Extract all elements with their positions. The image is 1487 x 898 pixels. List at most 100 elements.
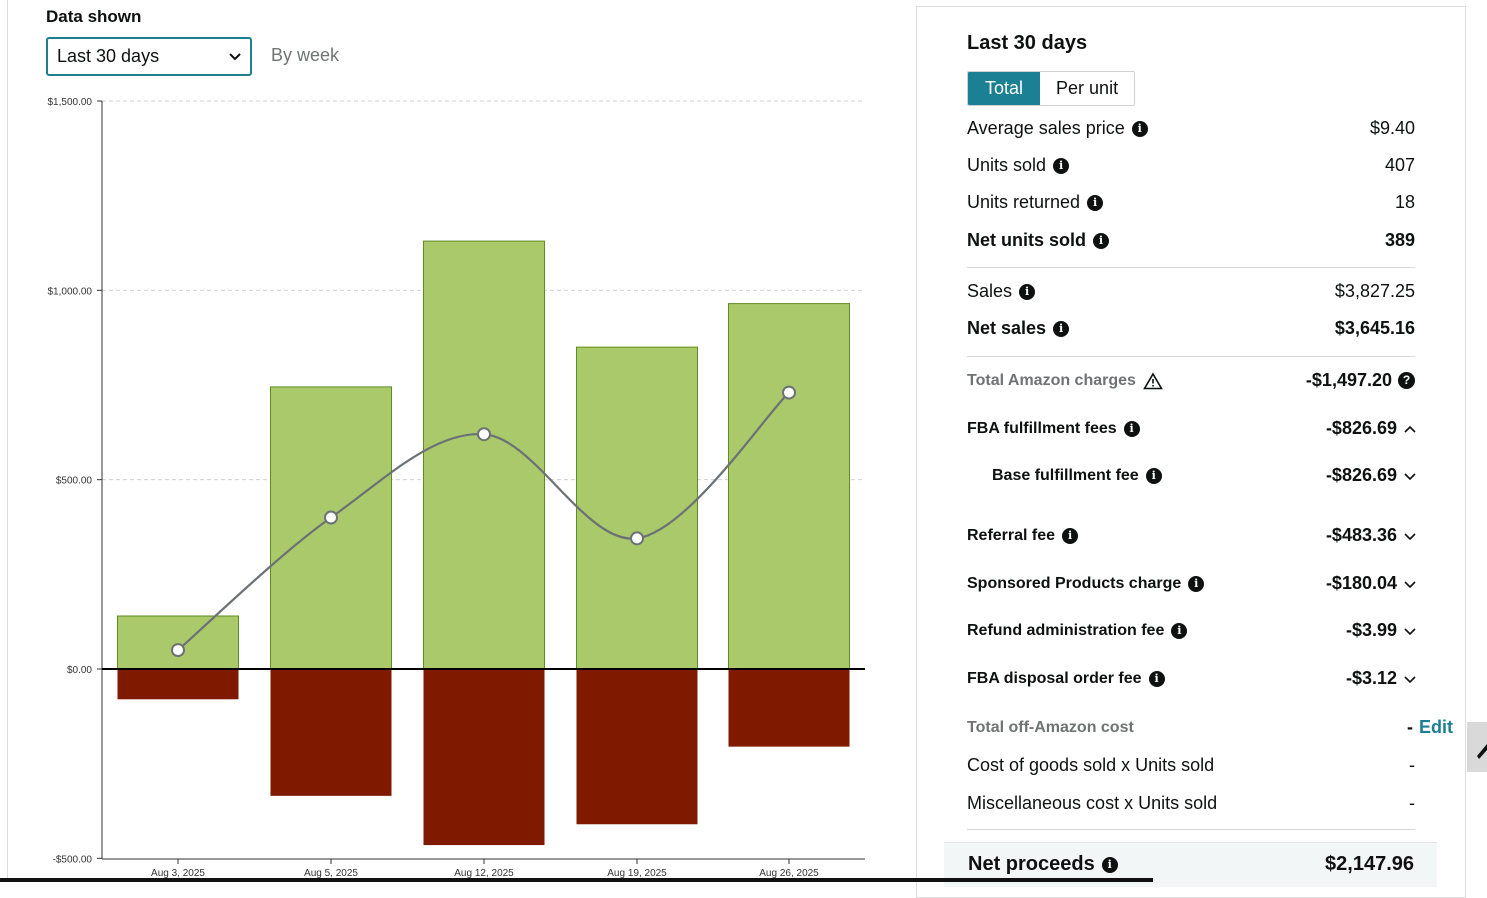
period-dropdown-value: Last 30 days [57,46,160,66]
y-tick-label: $0.00 [67,665,92,676]
info-icon[interactable]: i [1093,232,1110,249]
units-sold-value: 407 [1384,155,1415,175]
off-amazon-row: Total off-Amazon cost - Edit [967,717,1453,738]
positive-bar [728,303,850,670]
disposal-row[interactable]: FBA disposal order fee i -$3.12 [967,668,1417,689]
refund-admin-row[interactable]: Refund administration fee i -$3.99 [967,620,1417,641]
total-per-unit-toggle: Total Per unit [967,71,1136,106]
positive-bar [576,346,698,670]
divider [967,829,1415,830]
disposal-label: FBA disposal order fee [967,669,1142,687]
info-icon[interactable]: i [1188,575,1205,592]
referral-label: Referral fee [967,526,1056,544]
misc-label: Miscellaneous cost x Units sold [967,793,1218,813]
info-icon[interactable]: i [1053,320,1070,337]
period-dropdown[interactable]: Last 30 days [46,37,252,76]
chevron-down-icon[interactable] [1403,626,1417,636]
negative-bar [270,669,392,796]
base-fee-value: -$826.69 [1325,465,1397,485]
chevron-down-icon[interactable] [1403,531,1417,541]
sponsored-value: -$180.04 [1325,573,1397,593]
positive-bar [117,615,239,670]
warning-icon [1143,371,1163,390]
data-shown-label: Data shown [46,7,142,26]
net-sales-value: $3,645.16 [1334,318,1415,338]
units-returned-value: 18 [1394,192,1415,212]
y-tick-label: $1,500.00 [48,97,93,108]
negative-bar [576,669,698,825]
negative-bar [117,669,239,700]
info-icon[interactable]: i [1019,283,1036,300]
units-sold-row: Units sold i 407 [967,155,1415,176]
net-proceeds-row: Net proceeds i $2,147.96 [968,853,1414,876]
info-icon[interactable]: i [1171,622,1188,639]
sales-label: Sales [967,281,1013,301]
cogs-label: Cost of goods sold x Units sold [967,755,1215,775]
net-proceeds-value: $2,147.96 [1325,853,1414,875]
y-tick-label: -$500.00 [53,854,93,865]
divider [967,356,1415,357]
avg-price-row: Average sales price i $9.40 [967,118,1415,139]
info-icon[interactable]: i [1123,420,1140,437]
y-tick-label: $500.00 [56,476,93,487]
sales-chart: $1,500.00$1,000.00$500.00$0.00-$500.00Au… [48,97,865,879]
chevron-up-icon[interactable] [1403,424,1417,434]
line-point [477,427,491,442]
info-icon[interactable]: i [1062,527,1079,544]
toggle-per-unit-button[interactable]: Per unit [1040,72,1135,105]
info-icon[interactable]: i [1145,467,1162,484]
info-icon[interactable]: i [1087,194,1104,211]
base-fee-row[interactable]: Base fulfillment fee i -$826.69 [992,465,1417,486]
fba-fees-value: -$826.69 [1325,418,1397,438]
net-sales-row: Net sales i $3,645.16 [967,318,1415,339]
pencil-icon [1477,744,1487,759]
amazon-charges-row: Total Amazon charges -$1,497.20? [967,370,1415,391]
line-point [782,385,796,400]
avg-price-label: Average sales price [967,118,1125,138]
cogs-value: - [1409,755,1415,775]
referral-row[interactable]: Referral fee i -$483.36 [967,525,1417,546]
y-tick-label: $1,000.00 [48,286,93,297]
misc-row: Miscellaneous cost x Units sold - [967,793,1415,814]
line-point [171,643,185,658]
off-amazon-label: Total off-Amazon cost [967,718,1134,736]
refund-admin-label: Refund administration fee [967,621,1165,639]
avg-price-value: $9.40 [1369,118,1415,138]
net-units-label: Net units sold [967,230,1087,250]
units-returned-row: Units returned i 18 [967,192,1415,213]
granularity-label: By week [271,45,340,65]
info-icon[interactable]: i [1131,120,1148,137]
line-point [324,510,338,525]
chevron-down-icon[interactable] [1403,471,1417,481]
toggle-total-button[interactable]: Total [968,72,1041,105]
info-icon[interactable]: i [1053,157,1070,174]
sponsored-row[interactable]: Sponsored Products charge i -$180.04 [967,573,1417,594]
side-drawer-handle[interactable] [1467,722,1487,772]
misc-value: - [1409,793,1415,813]
amazon-charges-value: -$1,497.20 [1305,370,1392,390]
sales-row: Sales i $3,827.25 [967,281,1415,302]
net-proceeds-label: Net proceeds [968,853,1095,875]
horizontal-scrollbar[interactable] [0,878,1153,882]
panel-title: Last 30 days [967,32,1088,54]
referral-value: -$483.36 [1325,525,1397,545]
fba-fees-label: FBA fulfillment fees [967,419,1117,437]
info-icon[interactable]: i [1148,670,1165,687]
positive-bar [270,386,392,670]
line-point [630,531,644,546]
sales-value: $3,827.25 [1334,281,1415,301]
cogs-row: Cost of goods sold x Units sold - [967,755,1415,776]
fba-fees-row[interactable]: FBA fulfillment fees i -$826.69 [967,418,1417,439]
net-sales-label: Net sales [967,318,1047,338]
negative-bar [423,669,545,846]
off-amazon-dash: - [1407,717,1413,737]
chevron-down-icon[interactable] [1403,579,1417,589]
divider [967,267,1415,268]
chevron-down-icon [228,52,242,62]
help-icon[interactable]: ? [1398,372,1415,389]
info-icon[interactable]: i [1101,856,1118,873]
net-units-value: 389 [1384,230,1415,250]
units-sold-label: Units sold [967,155,1047,175]
chevron-down-icon[interactable] [1403,674,1417,684]
edit-link[interactable]: Edit [1419,717,1453,738]
